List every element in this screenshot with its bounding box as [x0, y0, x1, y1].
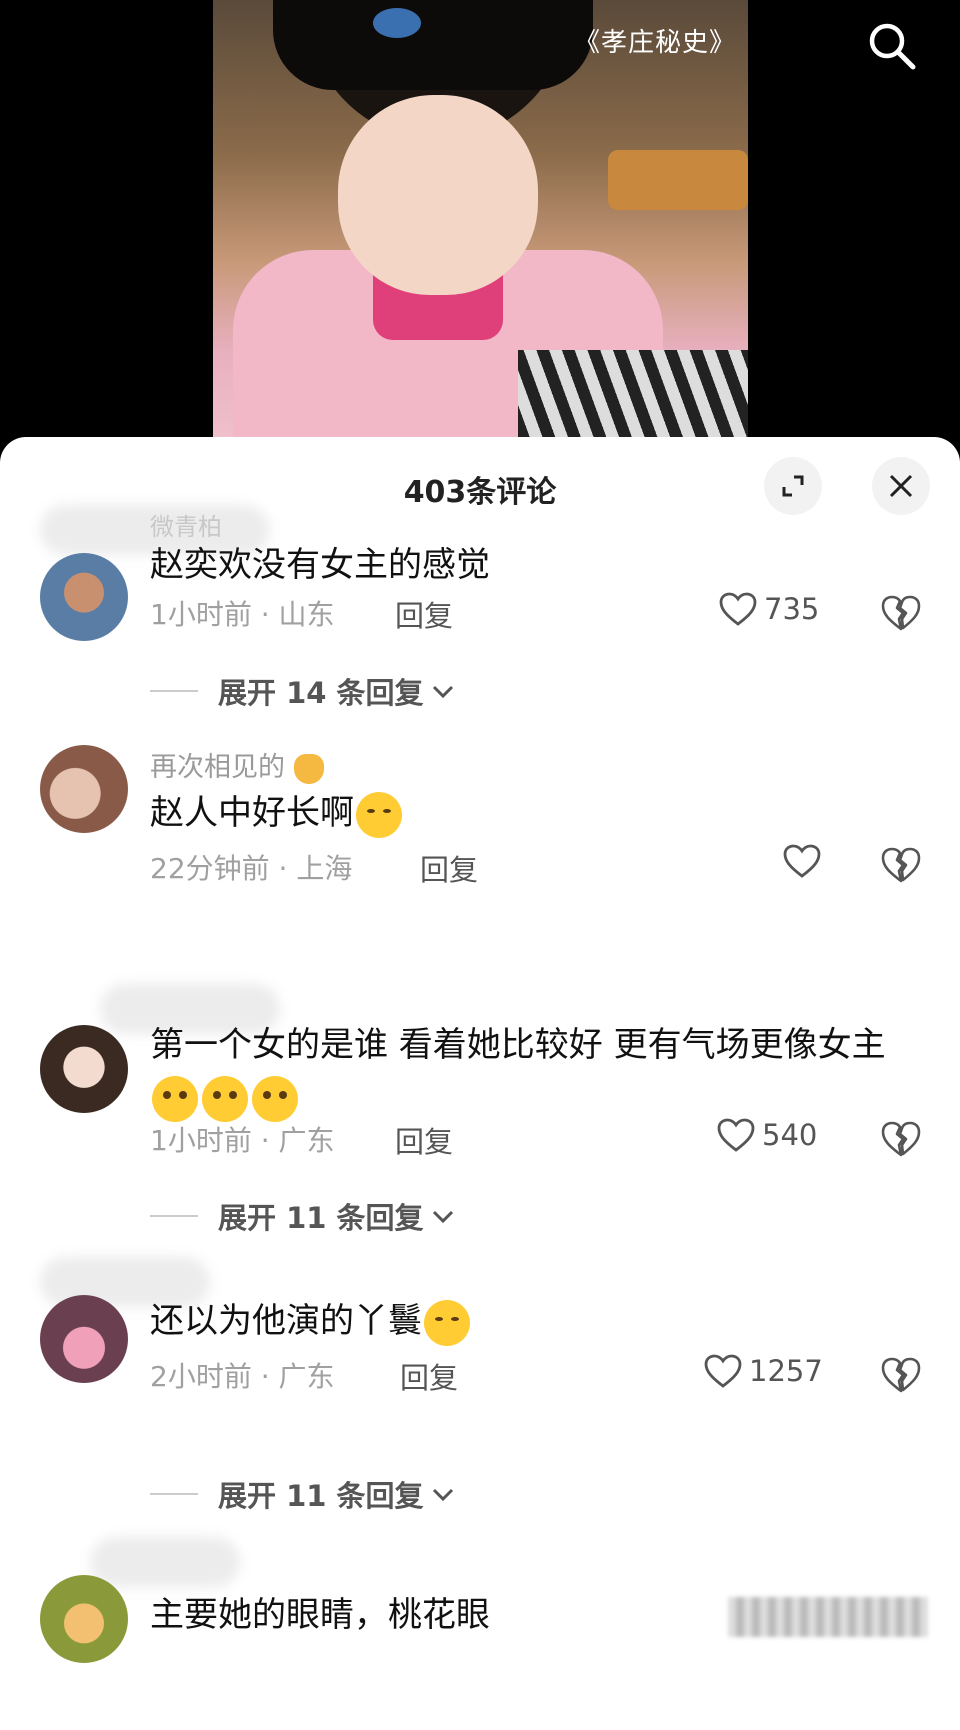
reply-button[interactable]: 回复 [420, 847, 478, 889]
video-desk [608, 150, 748, 210]
expand-replies-label: 展开 14 条回复 [218, 676, 424, 710]
like-button[interactable] [782, 843, 822, 879]
dislike-button[interactable] [880, 845, 922, 887]
expand-replies-label: 展开 11 条回复 [218, 1201, 424, 1235]
reply-button[interactable]: 回复 [395, 593, 453, 635]
comment-text: 赵人中好长啊 [150, 787, 920, 839]
comment-username[interactable]: 微青柏 [150, 507, 222, 542]
avatar[interactable] [40, 1025, 128, 1113]
like-button[interactable]: 735 [718, 591, 819, 627]
broken-heart-icon [881, 1357, 921, 1393]
video-sleeve [518, 350, 748, 440]
comment-meta: 22分钟前 · 上海 [150, 852, 353, 885]
comment-text-content: 赵人中好长啊 [150, 793, 354, 833]
video-frame[interactable]: 《孝庄秘史》 [213, 0, 748, 440]
search-icon [869, 23, 916, 70]
laughing-emoji-icon [356, 791, 402, 838]
reply-button[interactable]: 回复 [400, 1355, 458, 1397]
pleading-emoji-icon [152, 1075, 198, 1122]
comment-username-text: 再次相见的 [150, 752, 285, 783]
comment-text-content: 还以为他演的丫鬟 [150, 1301, 422, 1341]
expand-icon [782, 475, 804, 497]
chevron-down-icon [432, 685, 453, 699]
heart-icon [719, 592, 757, 626]
reply-button[interactable]: 回复 [395, 1119, 453, 1161]
divider [150, 1493, 198, 1495]
close-icon [889, 474, 913, 498]
comment-meta: 1小时前 · 广东 [150, 1124, 335, 1157]
comment-text: 赵奕欢没有女主的感觉 [150, 545, 490, 585]
like-count: 540 [762, 1118, 818, 1152]
comment-text: 还以为他演的丫鬟 [150, 1295, 920, 1347]
expand-replies-label: 展开 11 条回复 [218, 1479, 424, 1513]
dislike-button[interactable] [880, 1355, 922, 1397]
avatar[interactable] [40, 553, 128, 641]
laughing-emoji-icon [424, 1299, 470, 1346]
search-button[interactable] [862, 16, 922, 76]
broken-heart-icon [881, 847, 921, 883]
avatar[interactable] [40, 745, 128, 833]
blurred-content [728, 1597, 928, 1637]
divider [150, 1215, 198, 1217]
comment-text: 第一个女的是谁 看着她比较好 更有气场更像女主 [150, 1019, 920, 1123]
comment-text-content: 第一个女的是谁 看着她比较好 更有气场更像女主 [150, 1025, 886, 1065]
expand-replies-button[interactable]: 展开 14 条回复 [150, 670, 456, 712]
like-button[interactable]: 540 [716, 1117, 817, 1153]
video-gem [373, 8, 421, 38]
dislike-button[interactable] [880, 1119, 922, 1161]
like-count: 735 [764, 592, 820, 626]
avatar[interactable] [40, 1295, 128, 1383]
comment-meta: 1小时前 · 山东 [150, 598, 335, 631]
expand-replies-button[interactable]: 展开 11 条回复 [150, 1195, 456, 1237]
expand-sheet-button[interactable] [764, 457, 822, 515]
broken-heart-icon [881, 1121, 921, 1157]
close-sheet-button[interactable] [872, 457, 930, 515]
comment-meta: 2小时前 · 广东 [150, 1360, 335, 1393]
broken-heart-icon [881, 595, 921, 631]
blurred-username [90, 1537, 240, 1587]
avatar[interactable] [40, 1575, 128, 1663]
chevron-down-icon [432, 1488, 453, 1502]
comments-sheet: 403条评论 微青柏 赵奕欢没有女主的感觉 1小时前 · 山东 回复 735 展… [0, 437, 960, 1730]
divider [150, 690, 198, 692]
video-player[interactable]: 《孝庄秘史》 [0, 0, 960, 460]
video-title: 《孝庄秘史》 [573, 28, 736, 58]
like-count: 1257 [749, 1354, 823, 1388]
heart-icon [704, 1354, 742, 1388]
comment-username[interactable]: 再次相见的 [150, 745, 324, 784]
chevron-down-icon [432, 1210, 453, 1224]
video-headdress [273, 0, 593, 90]
like-button[interactable]: 1257 [703, 1353, 823, 1389]
pleading-emoji-icon [202, 1075, 248, 1122]
cat-emoji-icon [293, 753, 324, 784]
video-face [338, 95, 538, 295]
expand-replies-button[interactable]: 展开 11 条回复 [150, 1473, 456, 1515]
dislike-button[interactable] [880, 593, 922, 635]
heart-icon [717, 1118, 755, 1152]
pleading-emoji-icon [252, 1075, 298, 1122]
heart-icon [783, 844, 821, 878]
